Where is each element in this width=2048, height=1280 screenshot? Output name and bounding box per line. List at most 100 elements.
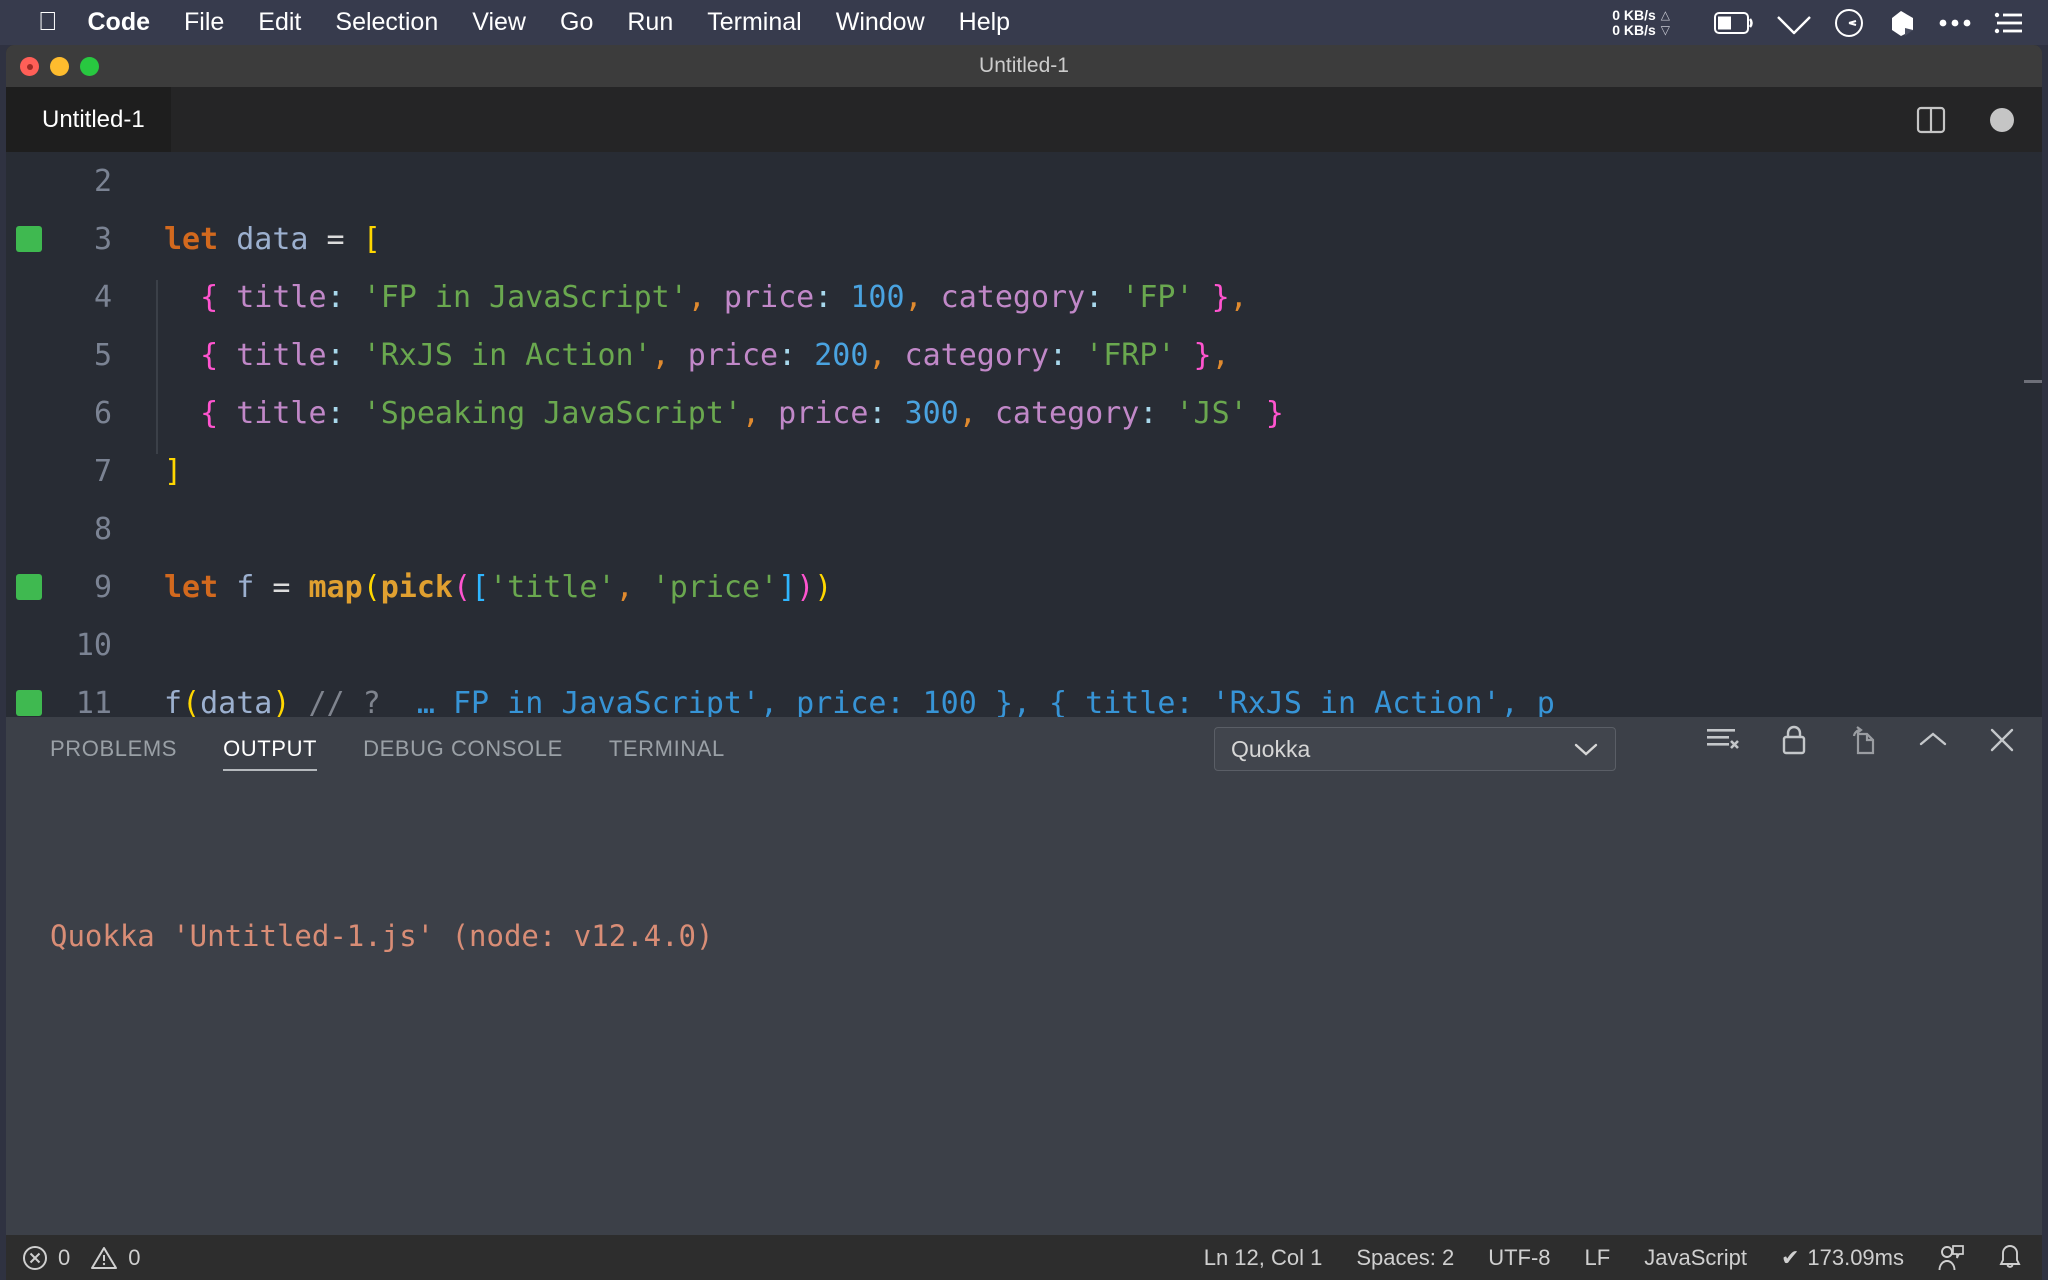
quokka-timing-status[interactable]: ✔ 173.09ms [1781,1245,1904,1271]
encoding[interactable]: UTF-8 [1488,1245,1550,1271]
panel-tab-debug-console[interactable]: DEBUG CONSOLE [363,717,563,781]
gutter-marker [6,226,52,252]
menu-item-code[interactable]: Code [88,8,151,37]
minimize-button[interactable] [50,57,69,76]
code-token: ) [272,685,291,718]
code-token: category [994,395,1140,431]
code-token: , [651,337,670,373]
language-mode[interactable]: JavaScript [1644,1245,1747,1271]
apple-icon[interactable]:  [38,8,58,34]
line-number: 3 [93,221,112,257]
feedback-icon[interactable] [1938,1244,1964,1272]
code-token: : [1049,337,1068,373]
code-token: price [687,337,779,373]
code-line[interactable]: 9 let f = map(pick(['title', 'price'])) [6,558,2042,616]
menu-item-terminal[interactable]: Terminal [707,8,801,37]
status-bar: 0 0 Ln 12, Col 1 Spaces: 2 UTF-8 LF JavaScri… [6,1235,2042,1280]
code-token: // ? [308,685,381,718]
code-token: : [326,395,345,431]
code-token: ( [182,685,201,718]
output-channel-value: Quokka [1231,735,1311,762]
editor-tab-untitled-1[interactable]: Untitled-1 [6,87,171,152]
code-line[interactable]: 11 f(data) // ? … FP in JavaScript', pric… [6,674,2042,717]
panel-tab-bar: PROBLEMS OUTPUT DEBUG CONSOLE TERMINAL Quok… [6,717,2042,781]
code-token: map [308,569,363,605]
split-editor-icon[interactable] [1916,105,1946,135]
menu-item-selection[interactable]: Selection [335,8,438,37]
warning-count: 0 [128,1244,141,1270]
code-editor[interactable]: 2 3 let data = [4 { title: 'FP in JavaScri… [6,152,2042,717]
code-line[interactable]: 5 { title: 'RxJS in Action', price: 200,… [6,326,2042,396]
menu-item-run[interactable]: Run [627,8,673,37]
notifications-bell-icon[interactable] [1998,1244,2022,1272]
code-token: { [200,337,219,373]
indentation[interactable]: Spaces: 2 [1356,1245,1454,1271]
control-center-icon[interactable] [1994,11,2024,35]
code-line[interactable]: 6 { title: 'Speaking JavaScript', price:… [6,384,2042,454]
code-token: : [778,337,797,373]
window-title: Untitled-1 [979,54,1069,77]
menu-item-window[interactable]: Window [836,8,925,37]
code-token: 'RxJS in Action' [362,337,652,373]
code-token: = [254,569,309,605]
zoom-button[interactable] [80,57,99,76]
bottom-panel: PROBLEMS OUTPUT DEBUG CONSOLE TERMINAL Quok… [6,717,2042,1273]
code-line[interactable]: 4 { title: 'FP in JavaScript', price: 10… [6,268,2042,338]
open-in-editor-icon[interactable] [1848,725,1878,755]
output-channel-select[interactable]: Quokka [1214,727,1616,771]
clock-icon[interactable] [1834,8,1864,38]
menu-item-file[interactable]: File [184,8,224,37]
code-token: 'Speaking JavaScript' [362,395,742,431]
quokka-coverage-indicator [16,690,42,716]
editor-tab-bar: Untitled-1 [6,87,2042,152]
code-token: 300 [904,395,959,431]
clear-output-icon[interactable] [1706,727,1740,753]
close-panel-icon[interactable] [1988,726,2016,754]
code-token: let [164,221,219,257]
code-token: ) [814,569,833,605]
ellipsis-icon[interactable] [1938,17,1972,29]
dirty-indicator-dot[interactable] [1990,107,2014,132]
problems-status[interactable]: 0 0 [22,1245,141,1271]
editor-scrollbar[interactable] [2024,380,2042,383]
code-line[interactable]: 8 [6,500,2042,558]
code-line[interactable]: 7] [6,442,2042,500]
code-token: { [200,279,219,315]
check-icon: ✔ [1780,1244,1800,1270]
network-speed-indicator[interactable]: 0 KB/s 0 KB/s △ ▽ [1612,7,1670,38]
cursor-position[interactable]: Ln 12, Col 1 [1204,1245,1323,1271]
menu-item-help[interactable]: Help [959,8,1010,37]
collapse-panel-icon[interactable] [1918,730,1948,750]
menu-item-edit[interactable]: Edit [258,8,301,37]
code-token: ] [164,453,183,489]
quokka-coverage-indicator [16,574,42,600]
code-token: ] [778,569,797,605]
menu-item-view[interactable]: View [472,8,526,37]
code-token: 'JS' [1175,395,1248,431]
menu-item-go[interactable]: Go [560,8,593,37]
panel-tab-output[interactable]: OUTPUT [223,717,318,781]
code-token: category [940,279,1086,315]
output-content[interactable]: Quokka 'Untitled-1.js' (node: v12.4.0) [… [6,781,2042,1280]
eol[interactable]: LF [1585,1245,1611,1271]
battery-icon[interactable] [1714,11,1754,34]
code-line[interactable]: 10 [6,616,2042,674]
code-line[interactable]: 3 let data = [ [6,210,2042,268]
panel-action-bar [1706,725,2016,755]
code-token: data [236,221,309,257]
panel-tab-problems[interactable]: PROBLEMS [50,717,177,781]
lock-scroll-icon[interactable] [1780,725,1808,755]
wifi-icon[interactable] [1776,11,1812,35]
panel-tab-terminal[interactable]: TERMINAL [609,717,725,781]
dropbox-icon[interactable] [1886,8,1916,38]
code-line[interactable]: 2 [6,152,2042,210]
close-button[interactable] [20,57,39,76]
error-icon [22,1245,48,1271]
code-token: title [236,337,327,373]
